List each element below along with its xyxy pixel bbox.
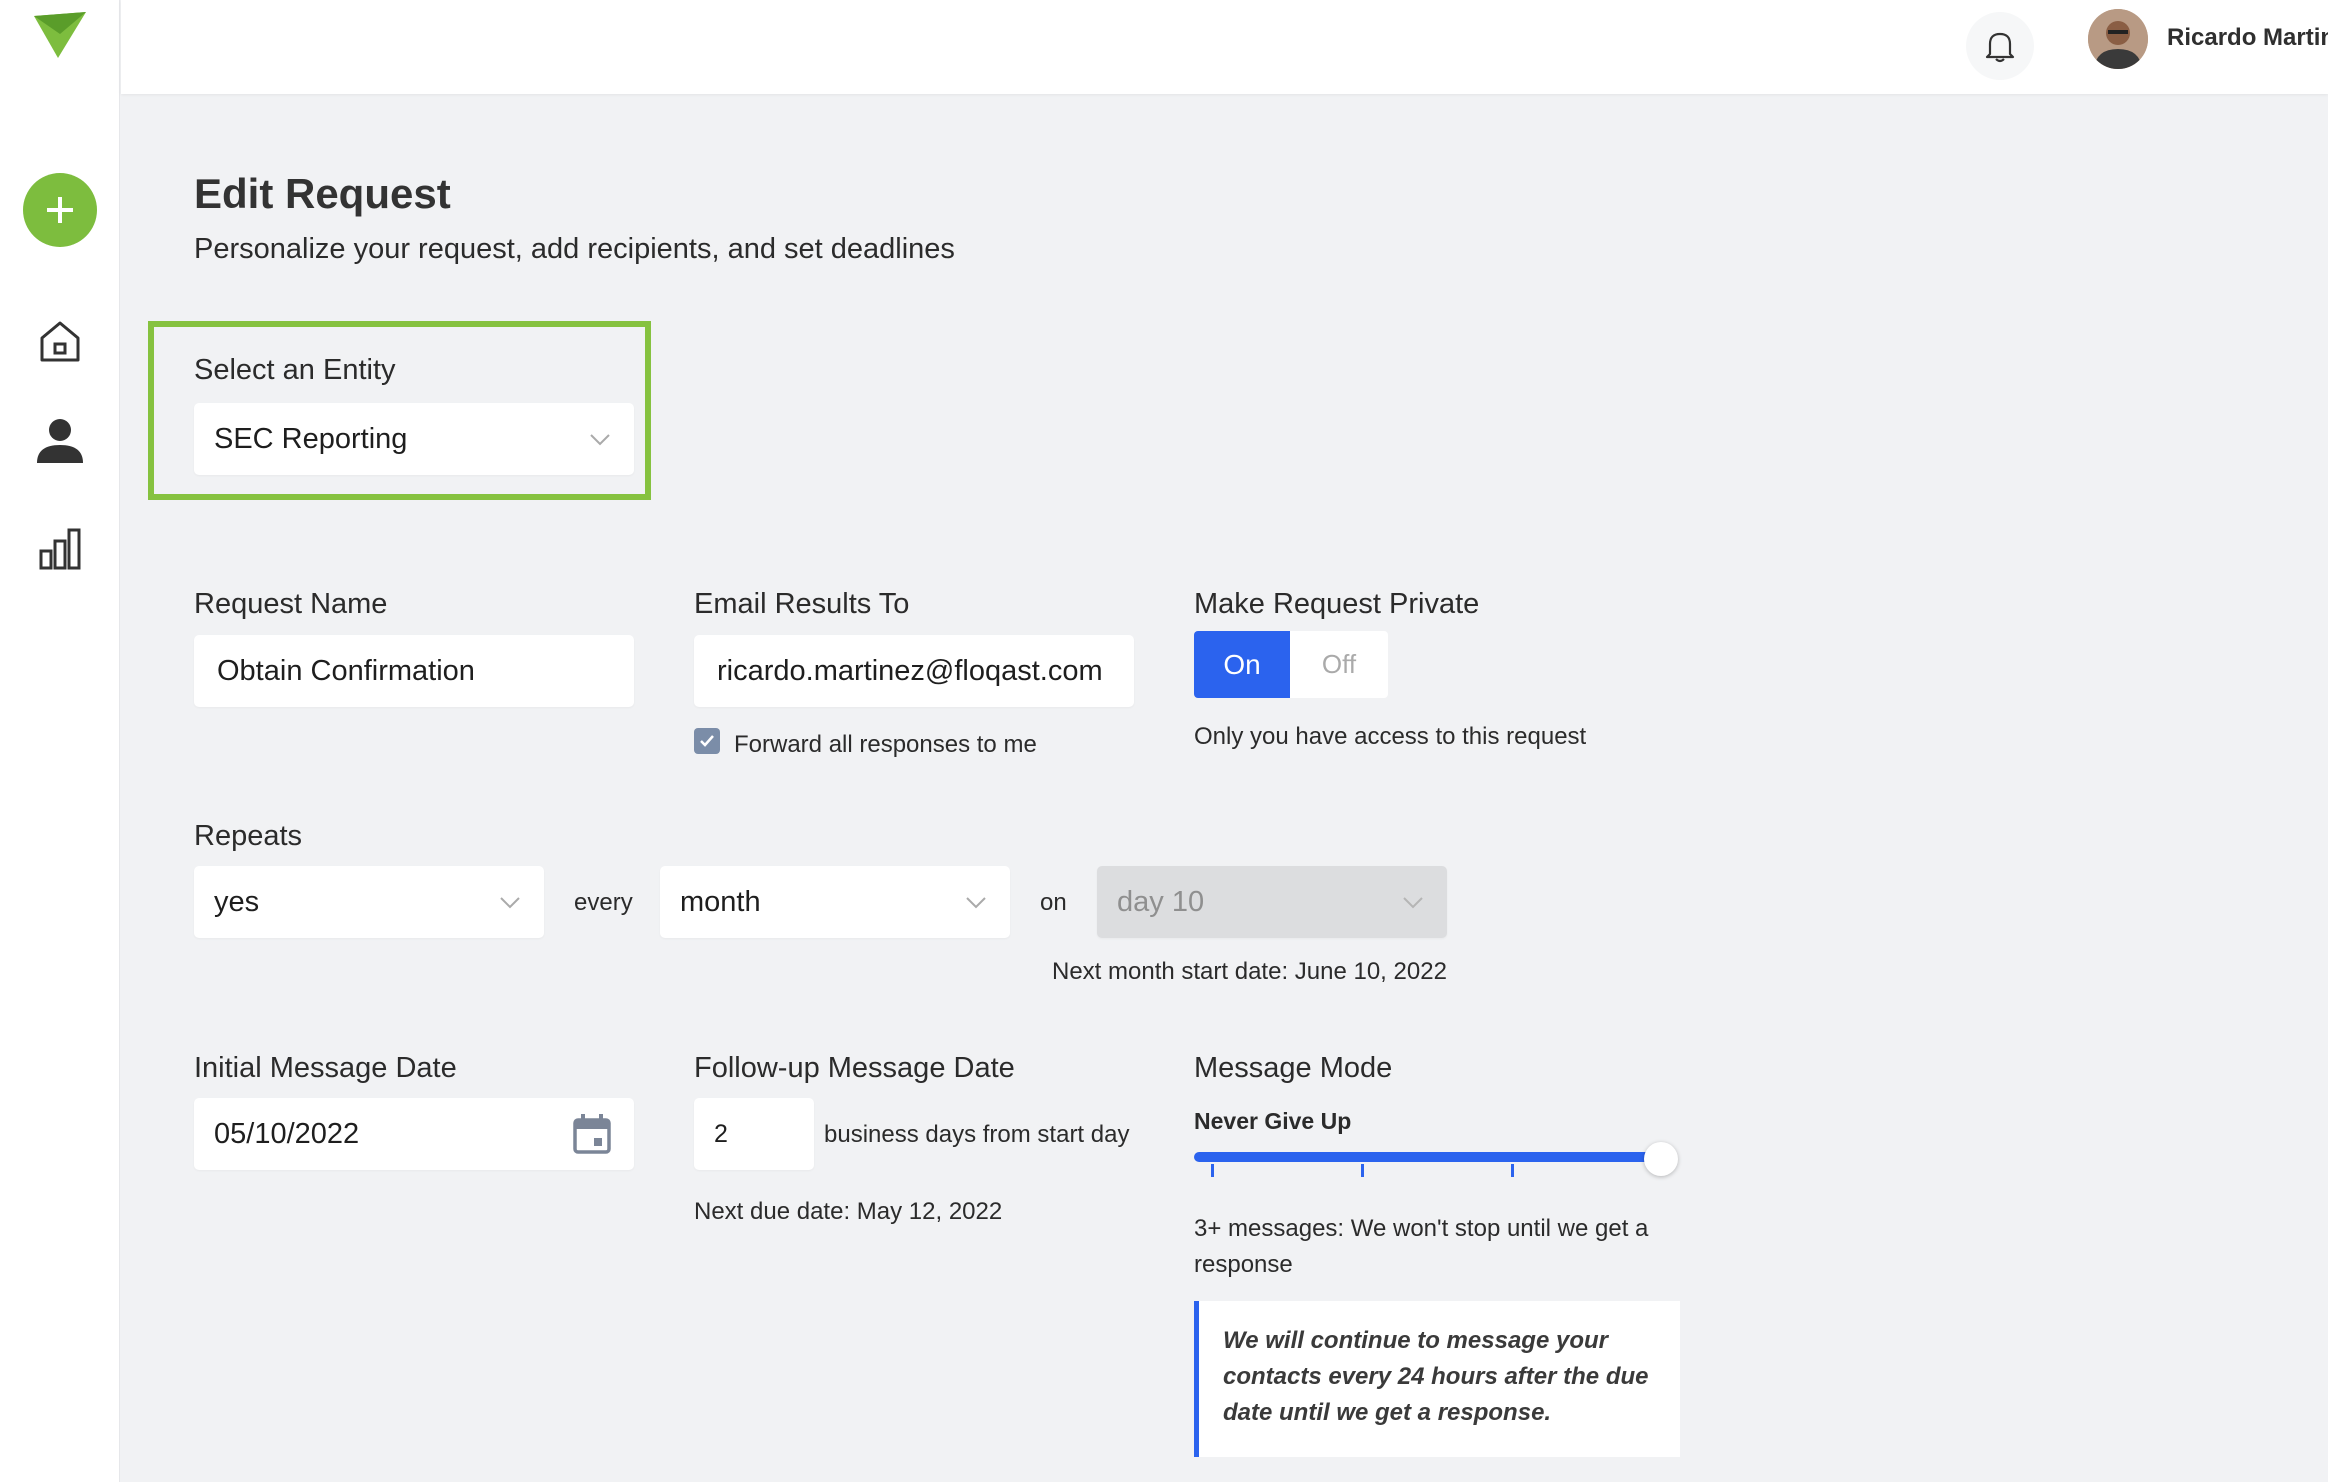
private-on-button[interactable]: On (1194, 631, 1290, 698)
message-mode-quote: We will continue to message your contact… (1194, 1301, 1680, 1457)
avatar[interactable] (2088, 9, 2148, 69)
plus-icon (47, 197, 73, 223)
slider-tick (1361, 1164, 1364, 1177)
next-due-date: Next due date: May 12, 2022 (694, 1198, 1003, 1225)
repeats-select[interactable]: yes (194, 866, 544, 938)
request-name-input[interactable]: Obtain Confirmation (194, 635, 634, 707)
top-bar: Ricardo Martinez (121, 0, 2328, 94)
sidebar (0, 0, 120, 1482)
message-mode-label: Message Mode (1194, 1052, 1393, 1084)
email-results-input[interactable]: ricardo.martinez@floqast.com (694, 635, 1134, 707)
followup-days-input[interactable]: 2 (694, 1098, 814, 1170)
message-mode-description: 3+ messages: We won't stop until we get … (1194, 1215, 1649, 1278)
person-icon[interactable] (33, 413, 87, 467)
page-title: Edit Request (194, 170, 451, 217)
followup-suffix: business days from start day (824, 1121, 1130, 1148)
next-start-date: Next month start date: June 10, 2022 (1052, 958, 1447, 985)
chevron-down-icon (1403, 897, 1423, 909)
chevron-down-icon (500, 897, 520, 909)
day-value: day 10 (1117, 885, 1205, 918)
day-select: day 10 (1097, 866, 1447, 938)
initial-date-label: Initial Message Date (194, 1052, 457, 1084)
page-subtitle: Personalize your request, add recipients… (194, 233, 955, 265)
entity-value: SEC Reporting (214, 422, 408, 455)
email-results-value: ricardo.martinez@floqast.com (717, 654, 1103, 687)
floqast-logo-icon[interactable] (34, 12, 86, 60)
initial-date-input[interactable]: 05/10/2022 (194, 1098, 634, 1170)
repeats-value: yes (214, 885, 260, 918)
period-select[interactable]: month (660, 866, 1010, 938)
notifications-bell-icon[interactable] (1966, 12, 2034, 80)
private-label: Make Request Private (1194, 588, 1480, 620)
checkmark-icon (700, 735, 714, 747)
on-label: on (1040, 889, 1067, 916)
entity-label: Select an Entity (194, 354, 396, 386)
email-results-label: Email Results To (694, 588, 910, 620)
slider-tick (1511, 1164, 1514, 1177)
forward-responses-label[interactable]: Forward all responses to me (734, 731, 1037, 759)
every-label: every (574, 889, 633, 916)
user-name[interactable]: Ricardo Martinez (2167, 24, 2328, 52)
entity-select[interactable]: SEC Reporting (194, 403, 634, 475)
private-off-button[interactable]: Off (1290, 631, 1388, 698)
followup-days-value: 2 (714, 1119, 728, 1148)
message-mode-name: Never Give Up (1194, 1108, 1352, 1134)
private-note: Only you have access to this request (1194, 723, 1587, 750)
private-toggle: On Off (1194, 631, 1388, 698)
forward-responses-checkbox[interactable] (694, 728, 720, 754)
request-name-label: Request Name (194, 588, 388, 620)
followup-label: Follow-up Message Date (694, 1052, 1015, 1084)
slider-tick (1211, 1164, 1214, 1177)
repeats-label: Repeats (194, 820, 303, 852)
initial-date-value: 05/10/2022 (214, 1117, 360, 1150)
calendar-icon[interactable] (572, 1113, 612, 1155)
request-name-value: Obtain Confirmation (217, 654, 475, 687)
home-icon[interactable] (33, 314, 87, 368)
add-request-button[interactable] (23, 173, 97, 247)
chevron-down-icon (590, 434, 610, 446)
message-mode-slider[interactable] (1194, 1152, 1664, 1162)
chevron-down-icon (966, 897, 986, 909)
message-mode-slider-thumb[interactable] (1644, 1142, 1678, 1176)
period-value: month (680, 885, 761, 918)
bar-chart-icon[interactable] (33, 522, 87, 576)
